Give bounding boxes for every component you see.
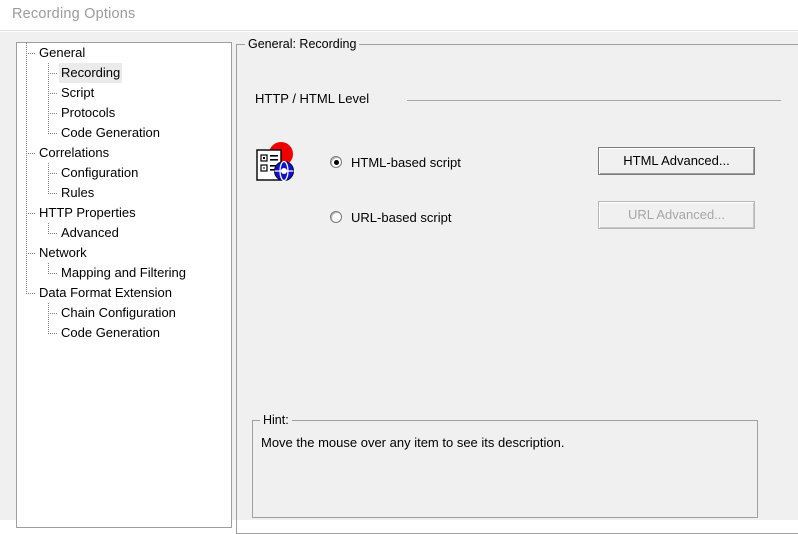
section-title: HTTP / HTML Level [255, 91, 370, 106]
radio-label-html: HTML-based script [351, 154, 461, 170]
page-title: Recording Options [12, 6, 136, 22]
tree-item-code-generation[interactable]: Code Generation [17, 123, 231, 143]
tree-item-rules[interactable]: Rules [17, 183, 231, 203]
tree-item-label: HTTP Properties [39, 205, 136, 220]
tree-connector [17, 183, 231, 203]
hint-text: Move the mouse over any item to see its … [261, 435, 565, 450]
tree-connector-vertical [48, 223, 49, 234]
tree-connector-horizontal [48, 313, 57, 314]
tree-connector-vertical [48, 123, 49, 134]
tree-connector [17, 223, 231, 243]
tree-connector-horizontal [48, 233, 57, 234]
tree-connector-horizontal [48, 73, 57, 74]
html-advanced-button[interactable]: HTML Advanced... [598, 147, 755, 175]
tree-item-http-properties[interactable]: HTTP Properties [17, 203, 231, 223]
tree-connector [17, 83, 231, 103]
tree-item-chain-configuration[interactable]: Chain Configuration [17, 303, 231, 323]
tree-connector-horizontal [26, 293, 35, 294]
tree-item-advanced[interactable]: Advanced [17, 223, 231, 243]
tree-connector-vertical [48, 63, 49, 83]
tree-connector-horizontal [26, 53, 35, 54]
tree-item-label: Code Generation [61, 125, 161, 140]
tree-item-recording[interactable]: Recording [17, 63, 231, 83]
tree-item-data-format-extension[interactable]: Data Format Extension [17, 283, 231, 303]
section-divider [407, 100, 781, 101]
tree-connector-horizontal [48, 133, 57, 134]
tree-item-label: Script [61, 85, 95, 100]
tree-item-label: Data Format Extension [39, 285, 172, 300]
tree-item-label: Protocols [61, 105, 116, 120]
tree-connector [17, 63, 231, 83]
tree-item-script[interactable]: Script [17, 83, 231, 103]
tree-item-label: Mapping and Filtering [61, 265, 187, 280]
radio-indicator-html[interactable] [330, 156, 342, 168]
tree-item-label: Code Generation [61, 325, 161, 340]
hint-caption: Hint: [260, 413, 292, 427]
tree-connector [17, 103, 231, 123]
tree-connector-vertical [48, 183, 49, 194]
http-html-level-section: HTTP / HTML Level [255, 91, 798, 109]
options-tree-list: General Recording Script Protocols Code Gene… [17, 43, 231, 343]
tree-connector-horizontal [26, 153, 35, 154]
tree-item-label: Network [39, 245, 87, 260]
tree-connector-vertical [48, 163, 49, 183]
tree-connector-vertical [48, 303, 49, 323]
tree-connector-vertical [48, 323, 49, 334]
tree-item-label: Correlations [39, 145, 110, 160]
tree-connector-horizontal [48, 193, 57, 194]
tree-connector-vertical [48, 103, 49, 123]
tree-item-label: Chain Configuration [61, 305, 176, 320]
tree-item-label: Recording [59, 63, 123, 83]
tree-connector-horizontal [48, 273, 57, 274]
tree-connector-horizontal [48, 173, 57, 174]
tree-item-protocols[interactable]: Protocols [17, 103, 231, 123]
url-advanced-button: URL Advanced... [598, 201, 755, 229]
tree-connector-horizontal [26, 213, 35, 214]
hint-groupbox: Hint: Move the mouse over any item to se… [252, 413, 758, 518]
tree-connector-horizontal [48, 93, 57, 94]
tree-connector-horizontal [26, 253, 35, 254]
tree-connector-vertical [48, 263, 49, 274]
tree-item-code-generation[interactable]: Code Generation [17, 323, 231, 343]
radio-url-based-script[interactable]: URL-based script [330, 208, 451, 226]
tree-connector-horizontal [48, 113, 57, 114]
window-title-bar: Recording Options [0, 0, 798, 31]
tree-item-configuration[interactable]: Configuration [17, 163, 231, 183]
recording-options-icon [253, 140, 299, 186]
tree-item-mapping-and-filtering[interactable]: Mapping and Filtering [17, 263, 231, 283]
tree-connector-vertical [48, 83, 49, 103]
groupbox-caption: General: Recording [245, 37, 360, 51]
tree-item-general[interactable]: General [17, 43, 231, 63]
dialog-client-area: General Recording Script Protocols Code Gene… [0, 32, 798, 534]
radio-indicator-url[interactable] [330, 211, 342, 223]
tree-item-label: Rules [61, 185, 95, 200]
tree-item-network[interactable]: Network [17, 243, 231, 263]
tree-item-label: General [39, 45, 86, 60]
radio-label-url: URL-based script [351, 209, 452, 225]
radio-html-based-script[interactable]: HTML-based script [330, 153, 461, 171]
tree-item-label: Advanced [61, 225, 119, 240]
tree-item-correlations[interactable]: Correlations [17, 143, 231, 163]
options-tree-panel[interactable]: General Recording Script Protocols Code Gene… [16, 42, 232, 528]
tree-item-label: Configuration [61, 165, 139, 180]
tree-connector-horizontal [48, 333, 57, 334]
